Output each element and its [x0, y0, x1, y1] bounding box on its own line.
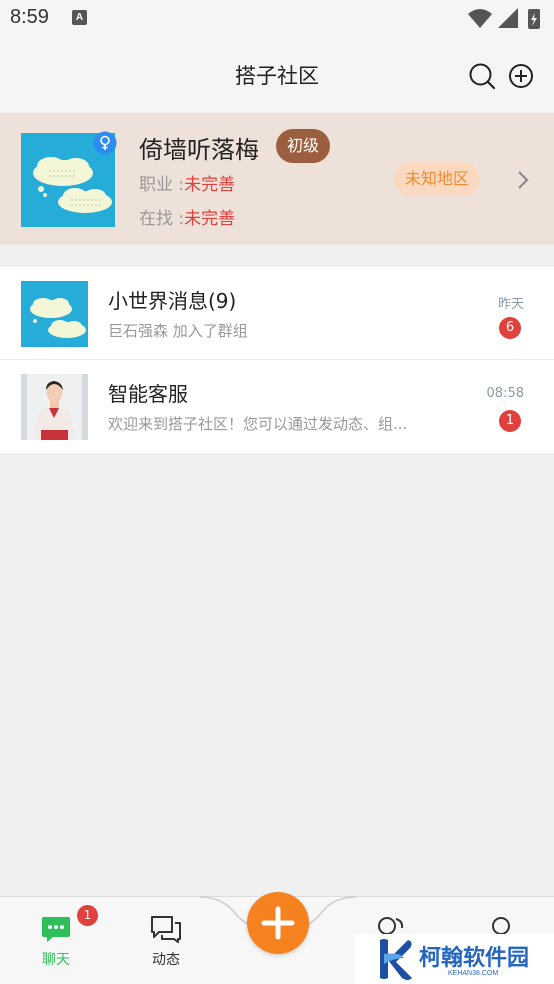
female-icon: [93, 131, 117, 155]
add-circle-icon[interactable]: [507, 62, 535, 90]
signal-icon: [498, 8, 518, 28]
agent-avatar-image: [21, 374, 88, 440]
level-badge: 初级: [276, 129, 331, 163]
seeking-value: 未完善: [184, 209, 236, 229]
service-avatar: [21, 374, 88, 440]
status-bar: 8:59 A: [0, 0, 554, 38]
watermark-subtext: KEHAN38.COM: [448, 970, 499, 977]
list-item[interactable]: 智能客服 欢迎来到搭子社区！您可以通过发动态、组... 08:58 1: [0, 360, 554, 453]
chat-time: 昨天: [497, 297, 524, 312]
contacts-icon[interactable]: [376, 915, 406, 935]
notification-icon: A: [72, 10, 87, 25]
list-item[interactable]: 小世界消息(9) 巨石强森 加入了群组 昨天 6: [0, 267, 554, 360]
status-time: 8:59: [10, 6, 49, 28]
region-badge: 未知地区: [394, 162, 481, 196]
chat-bubble-icon: [42, 917, 70, 942]
watermark: 柯翰软件园 KEHAN38.COM: [354, 934, 554, 984]
chat-name: 小世界消息(9): [108, 289, 237, 313]
chevron-right-icon[interactable]: [515, 168, 531, 192]
nav-moments[interactable]: 动态: [136, 915, 196, 969]
watermark-logo-icon: [380, 939, 412, 980]
chat-preview: 欢迎来到搭子社区！您可以通过发动态、组...: [108, 415, 408, 433]
cloud-avatar-image: [21, 281, 88, 347]
profile-name: 倚墙听落梅: [139, 136, 259, 164]
chat-list: 小世界消息(9) 巨石强森 加入了群组 昨天 6 智能客服 欢迎来到搭子社区！您…: [0, 267, 554, 453]
seeking-label: 在找 :: [139, 209, 185, 229]
chat-time: 08:58: [486, 386, 524, 401]
chat-unread-badge: 1: [77, 905, 98, 926]
profile-seeking: 在找 :未完善: [139, 204, 235, 229]
unread-badge: 1: [499, 410, 521, 432]
nav-chat-label: 聊天: [42, 952, 70, 968]
app-header: 搭子社区: [0, 38, 554, 114]
profile-icon[interactable]: [488, 915, 514, 935]
unread-badge: 6: [499, 317, 521, 339]
profile-job: 职业 :未完善: [139, 170, 235, 195]
wifi-icon: [468, 9, 492, 28]
publish-button[interactable]: [247, 892, 309, 954]
moments-icon: [151, 916, 181, 943]
nav-moments-label: 动态: [152, 952, 180, 968]
plus-icon: [261, 906, 295, 940]
status-icons: [468, 8, 540, 29]
watermark-text: 柯翰软件园: [419, 946, 530, 971]
search-icon[interactable]: [468, 62, 496, 90]
nav-chat[interactable]: 聊天: [26, 915, 86, 969]
job-label: 职业 :: [139, 175, 185, 195]
chat-name: 智能客服: [108, 382, 188, 406]
group-avatar: [21, 281, 88, 347]
chat-preview: 巨石强森 加入了群组: [108, 322, 248, 340]
job-value: 未完善: [184, 175, 236, 195]
